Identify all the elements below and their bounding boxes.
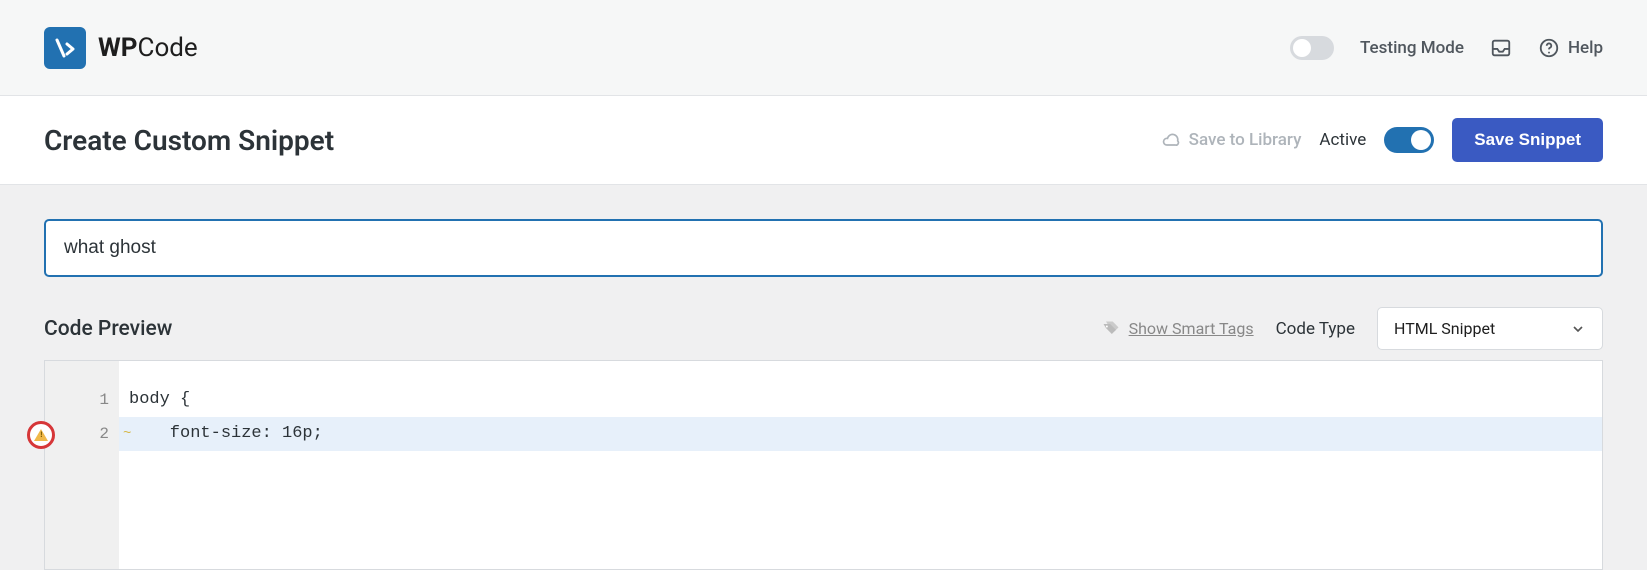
snippet-title-input[interactable] xyxy=(44,219,1603,277)
line-number: 2 xyxy=(45,417,119,451)
testing-mode-toggle[interactable] xyxy=(1290,36,1334,60)
logo-bold: WP xyxy=(98,33,138,63)
show-smart-tags-link[interactable]: Show Smart Tags xyxy=(1101,319,1254,339)
code-editor[interactable]: 1 2 body { ~ font-size: 16p; xyxy=(44,360,1603,570)
inbox-icon[interactable] xyxy=(1490,37,1512,59)
active-label: Active xyxy=(1319,130,1366,150)
logo-text: WPCode xyxy=(98,33,198,63)
cloud-icon xyxy=(1161,130,1181,150)
help-icon xyxy=(1538,37,1560,59)
code-line: body { xyxy=(119,383,1602,417)
preview-toolbar: Code Preview Show Smart Tags Code Type H… xyxy=(44,307,1603,350)
chevron-down-icon xyxy=(1570,321,1586,337)
logo-icon xyxy=(44,27,86,69)
logo-light: Code xyxy=(138,33,198,63)
editor-gutter: 1 2 xyxy=(45,361,119,569)
code-preview-label: Code Preview xyxy=(44,317,172,341)
testing-mode-label: Testing Mode xyxy=(1360,38,1464,58)
code-type-select[interactable]: HTML Snippet xyxy=(1377,307,1603,350)
tags-icon xyxy=(1101,319,1121,339)
warning-icon[interactable] xyxy=(27,421,55,449)
line-number: 1 xyxy=(45,383,119,417)
brand-logo[interactable]: WPCode xyxy=(44,27,198,69)
save-to-library-label: Save to Library xyxy=(1189,130,1302,150)
smart-tags-label: Show Smart Tags xyxy=(1129,319,1254,338)
warning-tilde-icon: ~ xyxy=(123,417,131,451)
help-link[interactable]: Help xyxy=(1538,37,1603,59)
header-right: Testing Mode Help xyxy=(1290,36,1603,60)
preview-toolbar-right: Show Smart Tags Code Type HTML Snippet xyxy=(1101,307,1603,350)
code-line: ~ font-size: 16p; xyxy=(119,417,1602,451)
top-header: WPCode Testing Mode Help xyxy=(0,0,1647,96)
active-toggle[interactable] xyxy=(1384,127,1434,153)
save-to-library-link[interactable]: Save to Library xyxy=(1161,130,1302,150)
title-row: Create Custom Snippet Save to Library Ac… xyxy=(0,96,1647,185)
title-actions: Save to Library Active Save Snippet xyxy=(1161,118,1603,162)
help-label: Help xyxy=(1568,38,1603,58)
save-snippet-button[interactable]: Save Snippet xyxy=(1452,118,1603,162)
code-type-selected: HTML Snippet xyxy=(1394,319,1495,338)
code-type-label: Code Type xyxy=(1276,319,1355,339)
page-title: Create Custom Snippet xyxy=(44,124,334,157)
content-area: Code Preview Show Smart Tags Code Type H… xyxy=(0,185,1647,570)
code-body[interactable]: body { ~ font-size: 16p; xyxy=(119,361,1602,569)
